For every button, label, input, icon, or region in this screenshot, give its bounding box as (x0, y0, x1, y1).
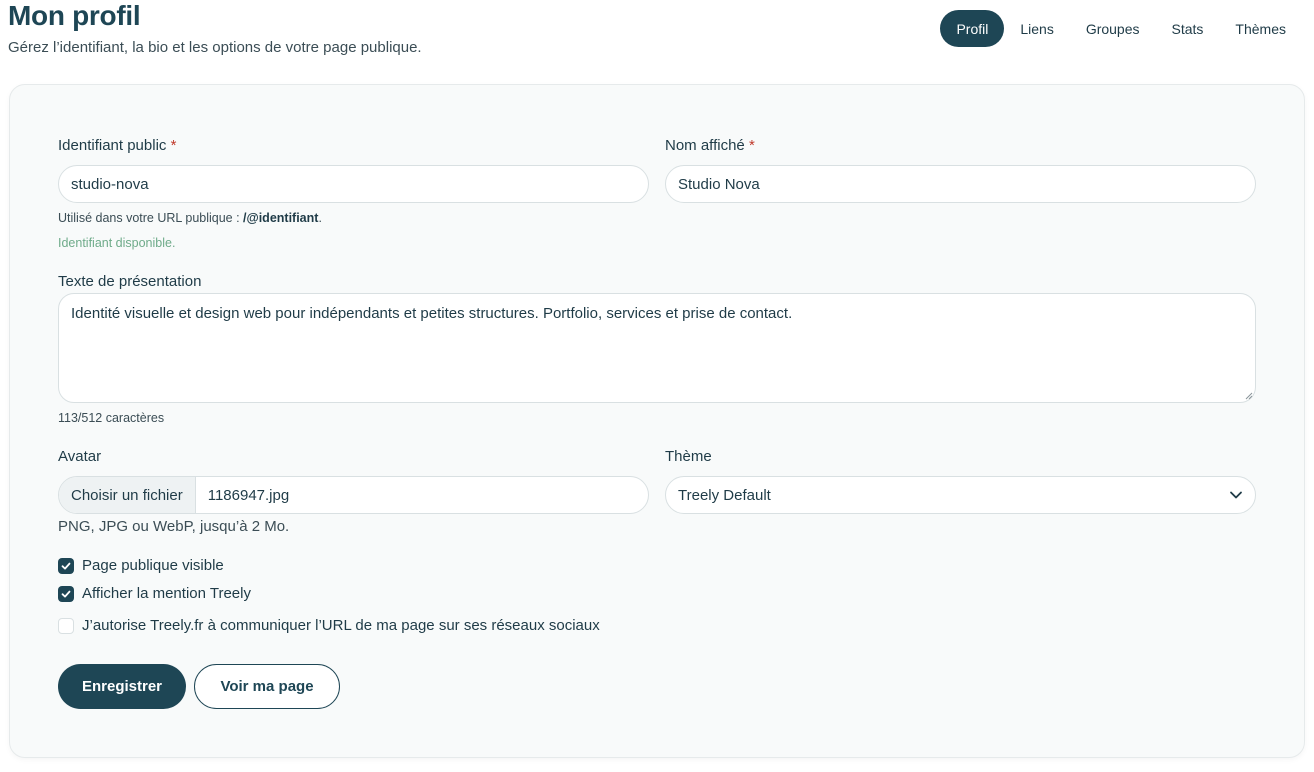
username-input[interactable]: studio-nova (58, 165, 649, 203)
theme-label: Thème (665, 448, 712, 465)
page-subtitle: Gérez l’identifiant, la bio et les optio… (8, 39, 422, 56)
tab-stats[interactable]: Stats (1156, 10, 1220, 47)
display-name-input[interactable]: Studio Nova (665, 165, 1256, 203)
tab-themes[interactable]: Thèmes (1219, 10, 1302, 47)
required-mark: * (748, 137, 755, 154)
bio-char-counter: 113/512 caractères (58, 411, 165, 425)
required-mark: * (170, 137, 177, 154)
view-page-button[interactable]: Voir ma page (194, 664, 340, 709)
profile-form-card: Identifiant public * studio-nova Utilisé… (9, 84, 1305, 758)
checkbox-checked[interactable] (58, 585, 74, 602)
theme-select[interactable]: Treely Default (665, 476, 1256, 514)
chevron-down-icon (1230, 491, 1242, 499)
bio-label: Texte de présentation (58, 273, 202, 290)
bio-textarea[interactable]: Identité visuelle et design web pour ind… (58, 293, 1256, 403)
display-name-label: Nom affiché * (665, 137, 755, 154)
avatar-label: Avatar (58, 448, 102, 465)
username-available-status: Identifiant disponible. (58, 236, 176, 250)
option-social-share[interactable]: J’autorise Treely.fr à communiquer l’URL… (58, 617, 600, 634)
resize-handle-icon[interactable] (1245, 392, 1253, 400)
tab-groupes[interactable]: Groupes (1070, 10, 1156, 47)
avatar-file-name: 1186947.jpg (207, 486, 290, 504)
avatar-hint: PNG, JPG ou WebP, jusqu’à 2 Mo. (58, 518, 290, 535)
username-label: Identifiant public * (58, 137, 176, 154)
option-label: J’autorise Treely.fr à communiquer l’URL… (82, 617, 600, 634)
tab-liens[interactable]: Liens (1004, 10, 1069, 47)
checkbox-checked[interactable] (58, 557, 74, 574)
option-treely-mention[interactable]: Afficher la mention Treely (58, 585, 251, 602)
display-name-label-text: Nom affiché (665, 137, 745, 154)
username-label-text: Identifiant public (58, 137, 167, 154)
username-hint-text: Utilisé dans votre URL publique : (58, 211, 244, 225)
option-label: Page publique visible (82, 557, 224, 574)
page-title: Mon profil (8, 0, 141, 31)
save-button[interactable]: Enregistrer (58, 664, 186, 709)
tab-profil[interactable]: Profil (940, 10, 1005, 47)
username-hint-suffix: . (318, 211, 322, 225)
username-hint: Utilisé dans votre URL publique : /@iden… (58, 211, 322, 225)
option-label: Afficher la mention Treely (82, 585, 251, 602)
theme-selected-value: Treely Default (678, 486, 771, 504)
option-public-visible[interactable]: Page publique visible (58, 557, 224, 574)
check-icon (61, 562, 71, 569)
check-icon (61, 590, 71, 597)
tab-bar: Profil Liens Groupes Stats Thèmes (940, 10, 1302, 47)
username-hint-path: /@identifiant (243, 211, 319, 225)
bio-text: Identité visuelle et design web pour ind… (71, 305, 793, 322)
choose-file-button[interactable]: Choisir un fichier (59, 477, 196, 513)
avatar-file-input[interactable]: Choisir un fichier 1186947.jpg (58, 476, 649, 514)
checkbox-unchecked[interactable] (58, 617, 74, 634)
